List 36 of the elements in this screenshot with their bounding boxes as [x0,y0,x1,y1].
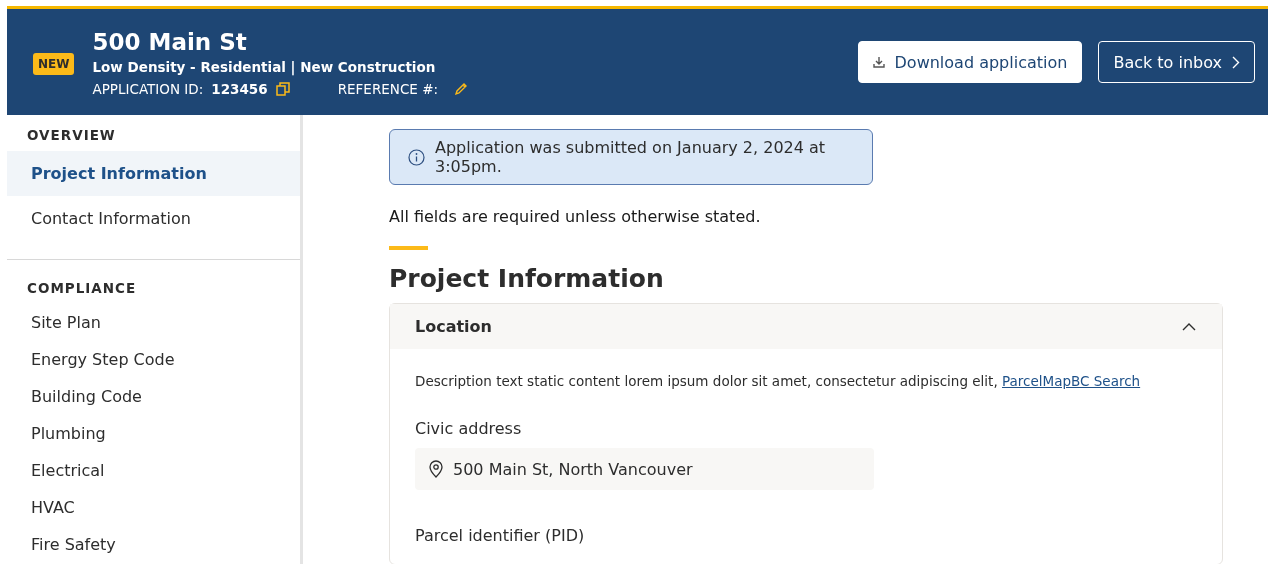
reference-label: REFERENCE #: [337,80,438,97]
section-heading: COMPLIANCE [26,279,138,298]
pencil-icon[interactable] [454,81,468,96]
panel-header[interactable]: Location [390,304,1222,349]
chevron-right-icon [1232,55,1240,69]
download-button[interactable]: Download application [857,41,1083,83]
parcelmap-link[interactable]: ParcelMapBC Search [1002,373,1141,389]
copy-icon[interactable] [275,81,290,96]
required-note: All fields are required unless otherwise stated. [389,207,762,226]
sidebar-item[interactable]: Site Plan [7,304,300,341]
chevron-up-icon[interactable] [1182,322,1196,331]
application-id: 123456 [211,80,268,97]
info-icon [408,148,425,166]
sidebar-item[interactable]: Project Information [7,151,300,196]
sidebar-item[interactable]: HVAC [7,489,300,526]
panel-title: Location [415,317,492,336]
sidebar-item[interactable]: Fire Safety [7,526,300,563]
sidebar-item[interactable]: Electrical [7,452,300,489]
field-label: Civic address [415,419,523,438]
field-label: Parcel identifier (PID) [415,526,586,545]
subtitle: Low Density - Residential | New Construction [92,58,437,75]
page-title: 500 Main St [92,27,248,56]
sidebar-item[interactable]: Building Code [7,378,300,415]
back-button[interactable]: Back to inbox [1098,41,1255,83]
alert-text: Application was submitted on January 2, 2024 at 3:05pm. [435,138,827,176]
section-title: Project Information [389,264,665,293]
section-heading: OVERVIEW [26,126,117,145]
sidebar-item[interactable]: Energy Step Code [7,341,300,378]
description-text: Description text static content lorem ipsum dolor sit amet, consectetur adipiscing elit, ParcelMapBC Search [415,373,1142,389]
map-pin-icon [429,460,443,478]
status-badge: NEW [33,53,75,75]
application-id-label: APPLICATION ID: [92,80,204,97]
sidebar-item[interactable]: Plumbing [7,415,300,452]
sidebar-item[interactable]: Contact Information [7,196,300,241]
download-icon [872,56,885,68]
address-field[interactable]: 500 Main St, North Vancouver [415,448,874,490]
